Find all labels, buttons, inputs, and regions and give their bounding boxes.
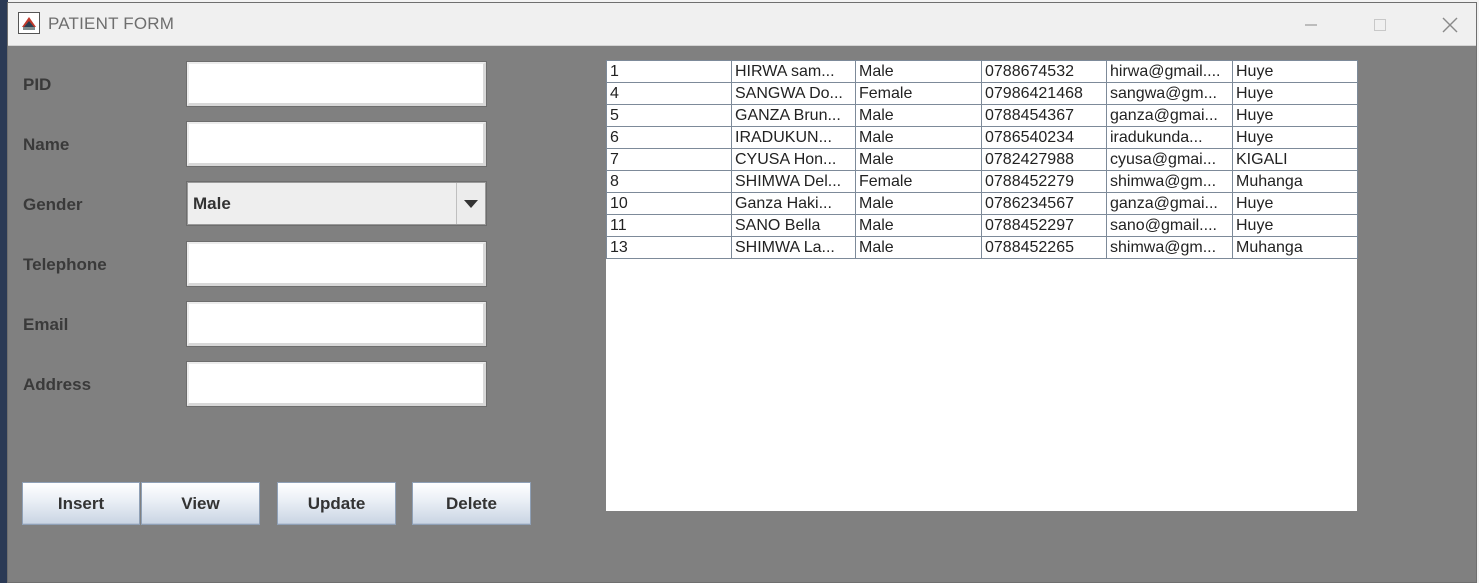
table-cell-telephone[interactable]: 0788452265 (981, 236, 1107, 259)
name-input[interactable] (186, 121, 487, 167)
table-cell-email[interactable]: sano@gmail.... (1106, 214, 1233, 237)
table-cell-gender[interactable]: Male (855, 148, 982, 171)
table-cell-address[interactable]: Huye (1232, 60, 1358, 83)
maximize-icon (1374, 18, 1386, 31)
email-label: Email (23, 315, 69, 334)
table-row[interactable]: 4 SANGWA Do... Female 07986421468 sangwa@gm.… (606, 82, 1358, 105)
address-input[interactable] (186, 361, 487, 407)
table-cell-gender[interactable]: Male (855, 60, 982, 83)
table-cell-telephone[interactable]: 07986421468 (981, 82, 1107, 105)
email-input[interactable] (186, 301, 487, 347)
table-cell-telephone[interactable]: 0788454367 (981, 104, 1107, 127)
table-row[interactable]: 7 CYUSA Hon... Male 0782427988 cyusa@gmai...… (606, 148, 1358, 171)
table-cell-address[interactable]: Huye (1232, 104, 1358, 127)
table-cell-pid[interactable]: 7 (606, 148, 732, 171)
window-title: PATIENT FORM (48, 14, 175, 33)
table-cell-gender[interactable]: Male (855, 192, 982, 215)
gender-selected-value: Male (193, 194, 231, 213)
name-label: Name (23, 135, 70, 154)
java-app-icon (18, 12, 40, 34)
table-cell-gender[interactable]: Male (855, 126, 982, 149)
table-cell-telephone[interactable]: 0788452279 (981, 170, 1107, 193)
table-cell-gender[interactable]: Male (855, 104, 982, 127)
table-cell-email[interactable]: cyusa@gmai... (1106, 148, 1233, 171)
table-cell-gender[interactable]: Male (855, 236, 982, 259)
table-cell-gender[interactable]: Female (855, 170, 982, 193)
table-cell-gender[interactable]: Male (855, 214, 982, 237)
table-cell-address[interactable]: Huye (1232, 214, 1358, 237)
telephone-input[interactable] (186, 241, 487, 287)
pid-input[interactable] (186, 61, 487, 107)
table-cell-name[interactable]: CYUSA Hon... (731, 148, 856, 171)
table-cell-address[interactable]: Muhanga (1232, 236, 1358, 259)
table-row[interactable]: 10 Ganza Haki... Male 0786234567 ganza@gmai.… (606, 192, 1358, 215)
insert-button[interactable]: Insert (22, 482, 140, 525)
table-cell-pid[interactable]: 10 (606, 192, 732, 215)
table-row[interactable]: 1 HIRWA sam... Male 0788674532 hirwa@gmail..… (606, 60, 1358, 83)
table-cell-name[interactable]: SHIMWA Del... (731, 170, 856, 193)
table-cell-email[interactable]: shimwa@gm... (1106, 170, 1233, 193)
table-cell-name[interactable]: SANGWA Do... (731, 82, 856, 105)
telephone-label: Telephone (23, 255, 107, 274)
chevron-down-icon (464, 199, 478, 208)
table-cell-address[interactable]: KIGALI (1232, 148, 1358, 171)
table-cell-address[interactable]: Huye (1232, 126, 1358, 149)
table-cell-name[interactable]: GANZA Brun... (731, 104, 856, 127)
table-cell-pid[interactable]: 11 (606, 214, 732, 237)
address-label: Address (23, 375, 92, 394)
patients-table[interactable]: 1 HIRWA sam... Male 0788674532 hirwa@gmail..… (606, 60, 1358, 511)
table-cell-pid[interactable]: 6 (606, 126, 732, 149)
minimize-button[interactable] (1276, 3, 1346, 46)
table-row[interactable]: 6 IRADUKUN... Male 0786540234 iradukunda... H… (606, 126, 1358, 149)
table-cell-telephone[interactable]: 0782427988 (981, 148, 1107, 171)
view-button[interactable]: View (141, 482, 260, 525)
table-cell-email[interactable]: ganza@gmai... (1106, 192, 1233, 215)
table-cell-pid[interactable]: 1 (606, 60, 732, 83)
table-cell-address[interactable]: Muhanga (1232, 170, 1358, 193)
pid-label: PID (23, 75, 52, 94)
table-cell-email[interactable]: ganza@gmai... (1106, 104, 1233, 127)
title-bar: PATIENT FORM (8, 3, 1476, 46)
delete-button[interactable]: Delete (412, 482, 531, 525)
table-row[interactable]: 8 SHIMWA Del... Female 0788452279 shimwa@gm.… (606, 170, 1358, 193)
minimize-icon (1305, 23, 1317, 26)
maximize-button[interactable] (1345, 3, 1415, 46)
table-cell-name[interactable]: SANO Bella (731, 214, 856, 237)
close-icon (1442, 17, 1458, 32)
patient-form-window: PATIENT FORM PID Name Gender Telephone E… (7, 2, 1477, 583)
close-button[interactable] (1415, 3, 1479, 46)
table-cell-email[interactable]: shimwa@gm... (1106, 236, 1233, 259)
patients-grid: 1 HIRWA sam... Male 0788674532 hirwa@gmail..… (606, 60, 1358, 259)
table-cell-pid[interactable]: 5 (606, 104, 732, 127)
table-cell-name[interactable]: HIRWA sam... (731, 60, 856, 83)
table-cell-name[interactable]: SHIMWA La... (731, 236, 856, 259)
table-cell-telephone[interactable]: 0788452297 (981, 214, 1107, 237)
table-cell-address[interactable]: Huye (1232, 82, 1358, 105)
update-button[interactable]: Update (277, 482, 396, 525)
table-cell-pid[interactable]: 4 (606, 82, 732, 105)
table-cell-email[interactable]: hirwa@gmail.... (1106, 60, 1233, 83)
table-cell-telephone[interactable]: 0788674532 (981, 60, 1107, 83)
gender-dropdown-button[interactable] (456, 183, 485, 224)
table-cell-gender[interactable]: Female (855, 82, 982, 105)
table-cell-email[interactable]: sangwa@gm... (1106, 82, 1233, 105)
table-cell-name[interactable]: Ganza Haki... (731, 192, 856, 215)
table-row[interactable]: 5 GANZA Brun... Male 0788454367 ganza@gmai..… (606, 104, 1358, 127)
table-cell-name[interactable]: IRADUKUN... (731, 126, 856, 149)
table-cell-telephone[interactable]: 0786540234 (981, 126, 1107, 149)
gender-label: Gender (23, 195, 83, 214)
table-cell-pid[interactable]: 13 (606, 236, 732, 259)
table-cell-pid[interactable]: 8 (606, 170, 732, 193)
table-cell-telephone[interactable]: 0786234567 (981, 192, 1107, 215)
gender-select[interactable]: Male (186, 181, 487, 226)
table-row[interactable]: 13 SHIMWA La... Male 0788452265 shimwa@gm...… (606, 236, 1358, 259)
table-row[interactable]: 11 SANO Bella Male 0788452297 sano@gmail....… (606, 214, 1358, 237)
table-cell-email[interactable]: iradukunda... (1106, 126, 1233, 149)
table-cell-address[interactable]: Huye (1232, 192, 1358, 215)
